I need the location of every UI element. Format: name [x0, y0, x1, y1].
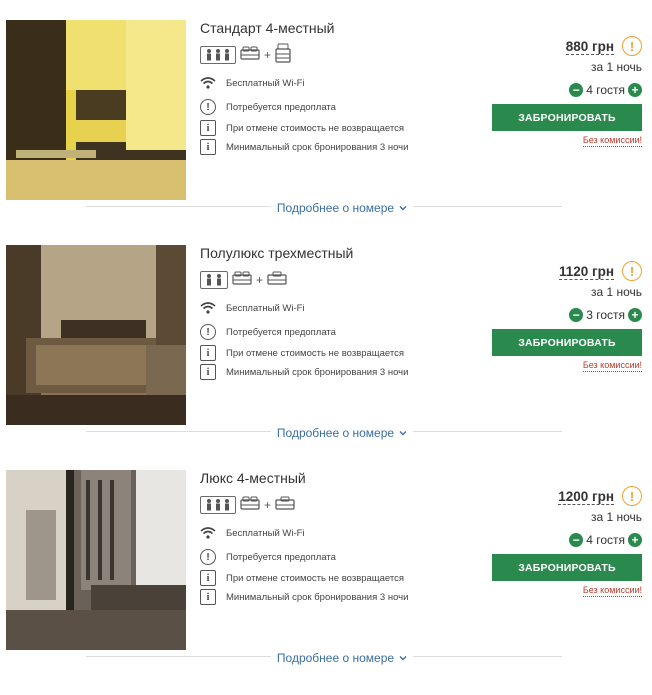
amenity-min-stay: i Минимальный срок бронирования 3 ночи	[200, 589, 408, 605]
room-details-link[interactable]: Подробнее о номере	[270, 201, 414, 215]
wifi-icon	[200, 525, 216, 541]
room-capacity-icons: +	[200, 494, 295, 516]
guests-capacity-icon	[200, 496, 236, 514]
room-card: Люкс 4-местный + Бесплатный Wi-Fi ! Потр…	[0, 470, 652, 695]
room-details-link[interactable]: Подробнее о номере	[270, 426, 414, 440]
no-commission-link[interactable]: Без комиссии!	[582, 135, 642, 147]
amenity-wifi: Бесплатный Wi-Fi	[200, 525, 305, 541]
guests-capacity-icon	[200, 46, 236, 64]
plus-circle-icon[interactable]: +	[628, 533, 642, 547]
info-icon: i	[200, 364, 216, 380]
amenity-cancellation: i При отмене стоимость не возвращается	[200, 570, 404, 586]
minus-icon[interactable]: −	[569, 83, 584, 97]
no-commission-link[interactable]: Без комиссии!	[582, 360, 642, 372]
book-button[interactable]: ЗАБРОНИРОВАТЬ	[492, 554, 642, 581]
room-title[interactable]: Стандарт 4-местный	[200, 20, 335, 36]
amenity-min-stay: i Минимальный срок бронирования 3 ночи	[200, 364, 408, 380]
room-price[interactable]: 1200 грн	[558, 489, 614, 505]
room-title[interactable]: Люкс 4-местный	[200, 470, 306, 486]
plus-circle-icon[interactable]: +	[628, 83, 642, 97]
room-photo[interactable]	[6, 470, 186, 650]
chevron-down-icon	[399, 431, 407, 436]
prepayment-icon: !	[200, 99, 216, 115]
single-bed-icon	[275, 495, 295, 516]
guests-stepper: − 4 гостя +	[569, 533, 642, 547]
info-icon: i	[200, 589, 216, 605]
info-icon: i	[200, 120, 216, 136]
price-warning-icon[interactable]: !	[622, 261, 642, 281]
amenity-cancellation: i При отмене стоимость не возвращается	[200, 120, 404, 136]
book-button[interactable]: ЗАБРОНИРОВАТЬ	[492, 104, 642, 131]
chevron-down-icon	[399, 206, 407, 211]
extra-bed-icon	[275, 43, 291, 68]
wifi-icon	[200, 75, 216, 91]
room-card: Стандарт 4-местный + Бесплатный Wi-Fi ! …	[0, 20, 652, 245]
prepayment-icon: !	[200, 324, 216, 340]
plus-icon: +	[256, 273, 264, 287]
amenity-wifi: Бесплатный Wi-Fi	[200, 75, 305, 91]
guests-count: 4 гостя	[586, 83, 625, 97]
info-icon: i	[200, 345, 216, 361]
room-photo[interactable]	[6, 20, 186, 200]
minus-icon[interactable]: −	[569, 533, 584, 547]
guests-stepper: − 4 гостя +	[569, 83, 642, 97]
plus-icon: +	[264, 498, 272, 512]
amenity-prepayment: ! Потребуется предоплата	[200, 549, 336, 565]
double-bed-icon	[232, 270, 252, 291]
amenity-min-stay: i Минимальный срок бронирования 3 ночи	[200, 139, 408, 155]
room-capacity-icons: +	[200, 269, 287, 291]
double-bed-icon	[240, 45, 260, 66]
room-price[interactable]: 880 грн	[565, 39, 614, 55]
guests-count: 3 гостя	[586, 308, 625, 322]
single-bed-icon	[267, 270, 287, 291]
wifi-icon	[200, 300, 216, 316]
chevron-down-icon	[399, 656, 407, 661]
room-title[interactable]: Полулюкс трехместный	[200, 245, 353, 261]
plus-icon: +	[264, 48, 272, 62]
room-details-link[interactable]: Подробнее о номере	[270, 651, 414, 665]
amenity-prepayment: ! Потребуется предоплата	[200, 324, 336, 340]
info-icon: i	[200, 139, 216, 155]
guests-capacity-icon	[200, 271, 228, 289]
room-price[interactable]: 1120 грн	[558, 264, 614, 280]
room-capacity-icons: +	[200, 43, 291, 68]
price-warning-icon[interactable]: !	[622, 36, 642, 56]
amenity-prepayment: ! Потребуется предоплата	[200, 99, 336, 115]
no-commission-link[interactable]: Без комиссии!	[582, 585, 642, 597]
prepayment-icon: !	[200, 549, 216, 565]
room-card: Полулюкс трехместный + Бесплатный Wi-Fi …	[0, 245, 652, 470]
price-period: за 1 ночь	[590, 60, 642, 74]
amenity-wifi: Бесплатный Wi-Fi	[200, 300, 305, 316]
price-period: за 1 ночь	[590, 510, 642, 524]
amenity-cancellation: i При отмене стоимость не возвращается	[200, 345, 404, 361]
guests-stepper: − 3 гостя +	[569, 308, 642, 322]
plus-circle-icon[interactable]: +	[628, 308, 642, 322]
double-bed-icon	[240, 495, 260, 516]
info-icon: i	[200, 570, 216, 586]
price-period: за 1 ночь	[590, 285, 642, 299]
guests-count: 4 гостя	[586, 533, 625, 547]
room-photo[interactable]	[6, 245, 186, 425]
price-warning-icon[interactable]: !	[622, 486, 642, 506]
minus-icon[interactable]: −	[569, 308, 584, 322]
book-button[interactable]: ЗАБРОНИРОВАТЬ	[492, 329, 642, 356]
